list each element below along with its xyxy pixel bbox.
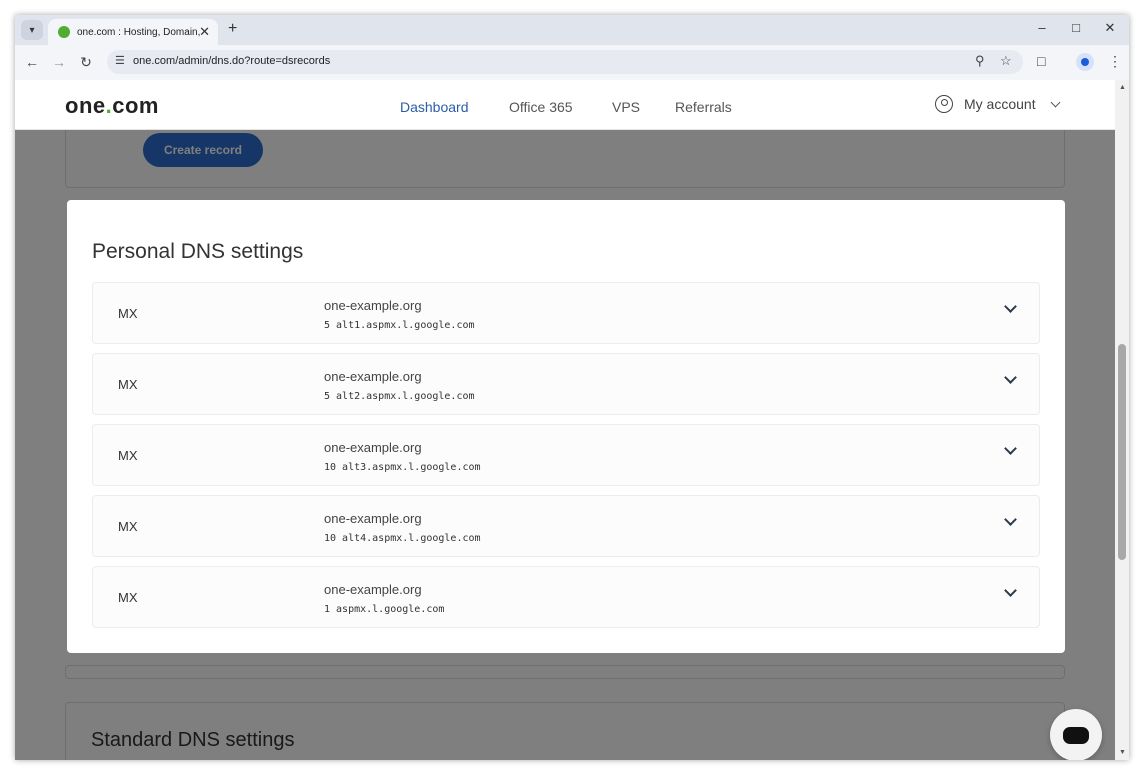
record-value: 10 alt4.aspmx.l.google.com <box>324 533 481 544</box>
record-type: MX <box>118 590 138 605</box>
record-value: 10 alt3.aspmx.l.google.com <box>324 462 481 473</box>
tab-strip: ▾ one.com : Hosting, Domain, Em ✕ + – □ … <box>15 15 1129 45</box>
scroll-down-icon[interactable]: ▼ <box>1119 749 1126 756</box>
extensions-icon[interactable]: □ <box>1037 53 1045 69</box>
one-com-logo[interactable]: one.com <box>65 93 159 119</box>
browser-tab[interactable]: one.com : Hosting, Domain, Em ✕ <box>48 19 218 45</box>
scroll-up-icon[interactable]: ▲ <box>1119 84 1126 91</box>
page-scrollbar[interactable]: ▲ ▼ <box>1115 80 1129 760</box>
dns-record-row[interactable]: MX one-example.org 5 alt2.aspmx.l.google… <box>92 353 1040 415</box>
page-viewport: Create record Standard DNS settings one.… <box>15 80 1129 760</box>
url-text: one.com/admin/dns.do?route=dsrecords <box>133 55 331 67</box>
personal-dns-modal: Personal DNS settings MX one-example.org… <box>67 200 1065 653</box>
record-type: MX <box>118 306 138 321</box>
nav-referrals[interactable]: Referrals <box>675 99 732 115</box>
back-icon[interactable]: ← <box>23 54 41 70</box>
nav-office-365[interactable]: Office 365 <box>509 99 573 115</box>
nav-dashboard[interactable]: Dashboard <box>400 99 469 115</box>
dns-record-row[interactable]: MX one-example.org 10 alt4.aspmx.l.googl… <box>92 495 1040 557</box>
bookmark-star-icon[interactable]: ☆ <box>1000 53 1012 69</box>
record-value: 5 alt2.aspmx.l.google.com <box>324 391 475 402</box>
reload-icon[interactable]: ↻ <box>77 54 95 71</box>
browser-menu-icon[interactable]: ⋮ <box>1108 53 1122 70</box>
record-host: one-example.org <box>324 369 422 384</box>
chat-bubble-icon <box>1063 726 1089 744</box>
favicon-icon <box>58 26 70 38</box>
record-type: MX <box>118 448 138 463</box>
tab-search-icon[interactable]: ▾ <box>21 20 43 40</box>
dns-record-row[interactable]: MX one-example.org 5 alt1.aspmx.l.google… <box>92 282 1040 344</box>
my-account-menu[interactable]: My account <box>935 95 1061 113</box>
dns-record-row[interactable]: MX one-example.org 10 alt3.aspmx.l.googl… <box>92 424 1040 486</box>
my-account-label: My account <box>964 96 1036 112</box>
zoom-icon[interactable]: ⚲ <box>975 53 985 69</box>
chat-support-button[interactable] <box>1050 709 1102 760</box>
record-host: one-example.org <box>324 511 422 526</box>
nav-vps[interactable]: VPS <box>612 99 640 115</box>
record-type: MX <box>118 377 138 392</box>
browser-window: ▾ one.com : Hosting, Domain, Em ✕ + – □ … <box>15 15 1129 760</box>
expand-chevron-icon[interactable] <box>1004 300 1017 313</box>
dns-record-list: MX one-example.org 5 alt1.aspmx.l.google… <box>92 282 1040 637</box>
expand-chevron-icon[interactable] <box>1004 371 1017 384</box>
record-host: one-example.org <box>324 440 422 455</box>
tab-close-icon[interactable]: ✕ <box>199 24 210 40</box>
modal-title: Personal DNS settings <box>92 240 304 263</box>
expand-chevron-icon[interactable] <box>1004 513 1017 526</box>
record-type: MX <box>118 519 138 534</box>
logo-text-main: one <box>65 93 106 118</box>
close-window-icon[interactable]: ✕ <box>1100 20 1120 36</box>
scrollbar-thumb[interactable] <box>1118 344 1126 560</box>
logo-text-tail: com <box>112 93 159 118</box>
new-tab-icon[interactable]: + <box>228 20 237 38</box>
record-host: one-example.org <box>324 582 422 597</box>
expand-chevron-icon[interactable] <box>1004 442 1017 455</box>
account-user-icon <box>935 95 953 113</box>
profile-avatar-icon[interactable] <box>1076 53 1094 71</box>
maximize-icon[interactable]: □ <box>1066 20 1086 35</box>
site-header: one.com Dashboard Office 365 VPS Referra… <box>15 80 1115 130</box>
expand-chevron-icon[interactable] <box>1004 584 1017 597</box>
record-value: 5 alt1.aspmx.l.google.com <box>324 320 475 331</box>
tab-title: one.com : Hosting, Domain, Em <box>77 26 201 38</box>
browser-toolbar: ← → ↻ ☰ one.com/admin/dns.do?route=dsrec… <box>15 45 1129 80</box>
minimize-icon[interactable]: – <box>1032 20 1052 35</box>
chevron-down-icon <box>1050 97 1061 107</box>
address-bar[interactable]: ☰ one.com/admin/dns.do?route=dsrecords ⚲… <box>107 50 1023 74</box>
dns-record-row[interactable]: MX one-example.org 1 aspmx.l.google.com <box>92 566 1040 628</box>
record-value: 1 aspmx.l.google.com <box>324 604 445 615</box>
record-host: one-example.org <box>324 298 422 313</box>
site-info-icon[interactable]: ☰ <box>115 54 125 67</box>
forward-icon[interactable]: → <box>50 54 68 70</box>
